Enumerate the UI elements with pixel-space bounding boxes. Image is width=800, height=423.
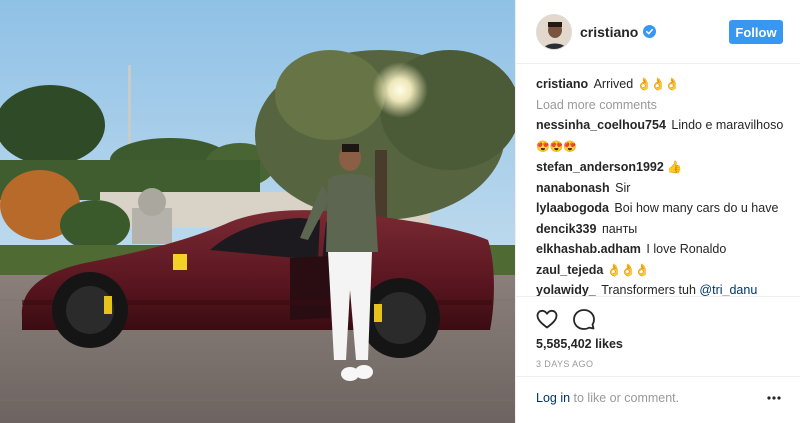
list-item: nanabonash Sir	[536, 178, 786, 199]
comment-user[interactable]: nanabonash	[536, 181, 610, 195]
comment-text: Transformers tuh	[601, 283, 696, 297]
username[interactable]: cristiano	[580, 24, 638, 40]
follow-button[interactable]: Follow	[729, 20, 783, 44]
comment-emoji: 👌👌👌	[606, 262, 650, 277]
caption-text: Arrived	[593, 77, 634, 91]
comment-user[interactable]: nessinha_coelhou754	[536, 118, 666, 132]
comment-user[interactable]: zaul_tejeda	[536, 263, 603, 277]
verified-badge-icon	[643, 25, 657, 38]
list-item: dencik339 панты	[536, 219, 786, 240]
comments-list: cristiano Arrived 👌👌👌 Load more comments…	[536, 74, 786, 301]
likes-count[interactable]: 5,585,402 likes	[536, 337, 623, 351]
comment-user[interactable]: lylaabogoda	[536, 201, 609, 215]
comment-text: I love Ronaldo	[646, 242, 727, 256]
comment-text: Lindo e maravilhoso	[671, 118, 784, 132]
heart-icon[interactable]	[535, 307, 559, 331]
caption-user[interactable]: cristiano	[536, 77, 588, 91]
caption-emojis: 👌👌👌	[636, 77, 680, 91]
post-header: cristiano Follow	[516, 0, 800, 64]
action-icons	[535, 307, 596, 331]
post-photo[interactable]	[0, 0, 515, 423]
list-item: elkhashab.adham I love Ronaldo	[536, 239, 786, 260]
more-options-icon[interactable]	[767, 396, 781, 400]
comment-user[interactable]: dencik339	[536, 222, 596, 236]
post-dialog: cristiano Follow cristiano Arrived 👌👌👌 L…	[0, 0, 800, 423]
login-link[interactable]: Log in	[536, 391, 570, 405]
list-item: zaul_tejeda 👌👌👌	[536, 260, 786, 281]
comment-bubble-icon[interactable]	[572, 307, 596, 331]
photo-illustration	[0, 0, 515, 423]
list-item: nessinha_coelhou754 Lindo e maravilhoso …	[536, 115, 786, 157]
login-prompt: Log in to like or comment.	[536, 391, 679, 405]
comment-user[interactable]: elkhashab.adham	[536, 242, 641, 256]
load-more-comments-button[interactable]: Load more comments	[536, 95, 786, 116]
comment-emoji: 👍	[667, 160, 682, 174]
post-timestamp: 3 DAYS AGO	[536, 359, 594, 369]
comment-text: панты	[601, 221, 638, 236]
comment-user[interactable]: stefan_anderson1992	[536, 160, 664, 174]
caption: cristiano Arrived 👌👌👌	[536, 74, 786, 95]
post-side-panel: cristiano Follow cristiano Arrived 👌👌👌 L…	[515, 0, 800, 423]
comment-user[interactable]: yolawidy_	[536, 283, 596, 297]
avatar[interactable]	[536, 13, 572, 50]
avatar-image	[537, 14, 571, 49]
comment-text: Boi how many cars do u have	[614, 201, 779, 215]
login-suffix: to like or comment.	[570, 391, 680, 405]
list-item: stefan_anderson1992 👍	[536, 157, 786, 178]
comment-mention-link[interactable]: @tri_danu	[699, 283, 757, 297]
list-item: lylaabogoda Boi how many cars do u have	[536, 198, 786, 219]
comment-text: Sir	[615, 180, 631, 195]
comment-emoji: 😍😍😍	[536, 140, 578, 153]
login-bar: Log in to like or comment.	[516, 376, 800, 423]
